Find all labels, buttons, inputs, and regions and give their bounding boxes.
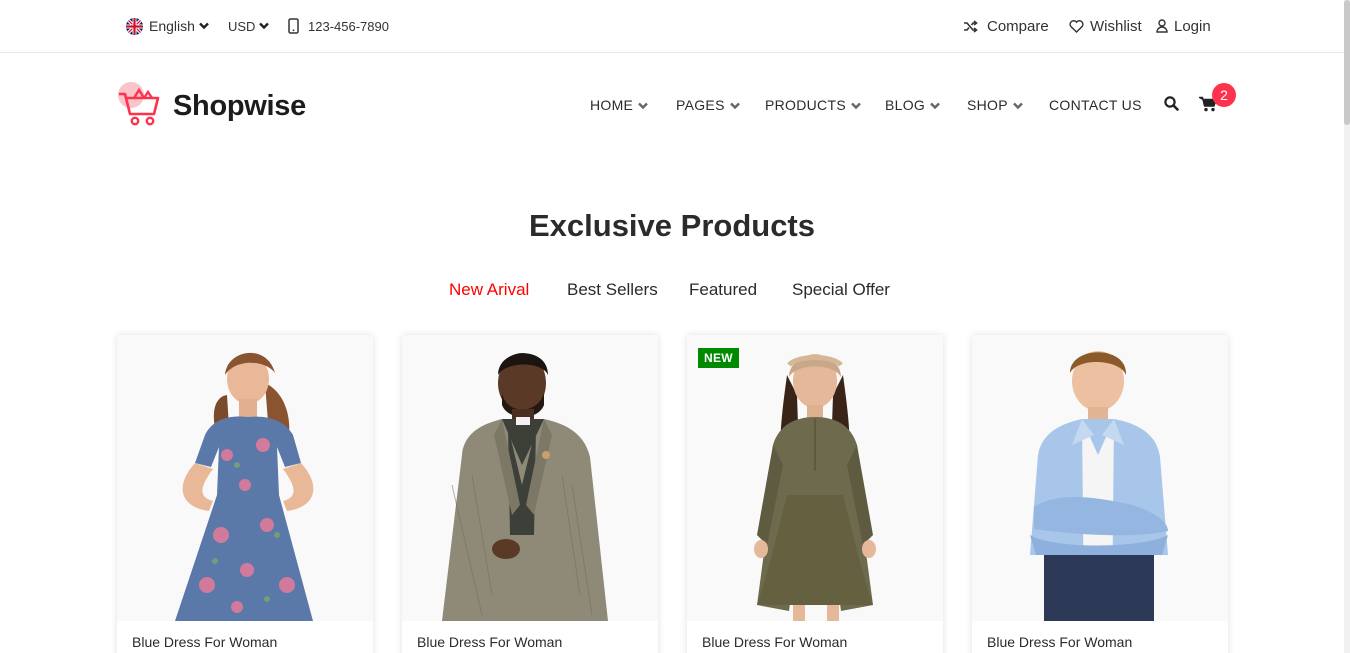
nav-label: BLOG [885,97,926,113]
nav-item-blog[interactable]: BLOG [885,86,940,124]
wishlist-link[interactable]: Wishlist [1069,0,1142,52]
nav-label: CONTACT US [1049,97,1142,113]
product-name[interactable]: Blue Dress For Woman [987,634,1132,650]
mobile-phone-icon [288,18,299,34]
product-card[interactable]: Blue Dress For Woman [972,335,1228,653]
chevron-down-icon [1013,97,1023,113]
product-image[interactable] [117,335,373,621]
heart-icon [1069,19,1084,33]
product-name[interactable]: Blue Dress For Woman [702,634,847,650]
tab-special-offer[interactable]: Special Offer [792,280,890,300]
nav-label: PRODUCTS [765,97,846,113]
chevron-down-icon [638,97,649,113]
product-image[interactable]: NEW [687,335,943,621]
shuffle-icon [963,19,978,33]
nav-item-home[interactable]: HOME [590,86,649,124]
chevron-down-icon [259,22,270,30]
top-bar: English USD 123-456-7890 Compare Wishlis… [0,0,1344,53]
brand-logo[interactable]: Shopwise [117,80,306,133]
page-scrollbar[interactable] [1344,0,1350,653]
tab-best-sellers[interactable]: Best Sellers [567,280,658,300]
product-name[interactable]: Blue Dress For Woman [132,634,277,650]
phone-contact: 123-456-7890 [288,0,389,52]
phone-number: 123-456-7890 [308,18,389,34]
search-icon [1164,96,1179,114]
section-title: Exclusive Products [528,208,815,243]
chevron-down-icon [930,97,940,113]
tab-featured[interactable]: Featured [689,280,757,300]
tab-new-arival[interactable]: New Arival [449,280,529,300]
nav-label: HOME [590,97,634,113]
chevron-down-icon [199,22,209,30]
product-tabs: New Arival Best Sellers Featured Special… [0,280,1344,306]
chevron-down-icon [851,97,861,113]
product-image[interactable] [402,335,658,621]
cart-count-badge: 2 [1212,83,1236,107]
nav-item-shop[interactable]: SHOP [967,86,1023,124]
search-button[interactable] [1164,86,1179,124]
language-label: English [149,18,195,34]
product-image[interactable] [972,335,1228,621]
uk-flag-icon [126,17,143,35]
scrollbar-thumb[interactable] [1344,0,1350,125]
compare-label: Compare [987,17,1049,35]
login-label: Login [1174,17,1211,35]
product-card[interactable]: Blue Dress For Woman [117,335,373,653]
product-card[interactable]: Blue Dress For Woman [402,335,658,653]
nav-label: SHOP [967,97,1008,113]
chevron-down-icon [729,97,740,113]
product-name[interactable]: Blue Dress For Woman [417,634,562,650]
currency-selector[interactable]: USD [228,0,270,52]
nav-item-contact-us[interactable]: CONTACT US [1049,86,1142,124]
new-badge: NEW [698,348,739,368]
nav-item-pages[interactable]: PAGES [676,86,740,124]
product-card[interactable]: NEW Blue Dress For Woman [687,335,943,653]
currency-label: USD [228,18,256,34]
language-selector[interactable]: English [126,0,209,52]
nav-item-products[interactable]: PRODUCTS [765,86,861,124]
compare-link[interactable]: Compare [963,0,1049,52]
login-link[interactable]: Login [1156,0,1211,52]
user-icon [1156,19,1168,33]
nav-label: PAGES [676,97,725,113]
wishlist-label: Wishlist [1090,17,1142,35]
brand-name: Shopwise [173,90,306,122]
shopping-cart-logo-icon [117,80,161,133]
